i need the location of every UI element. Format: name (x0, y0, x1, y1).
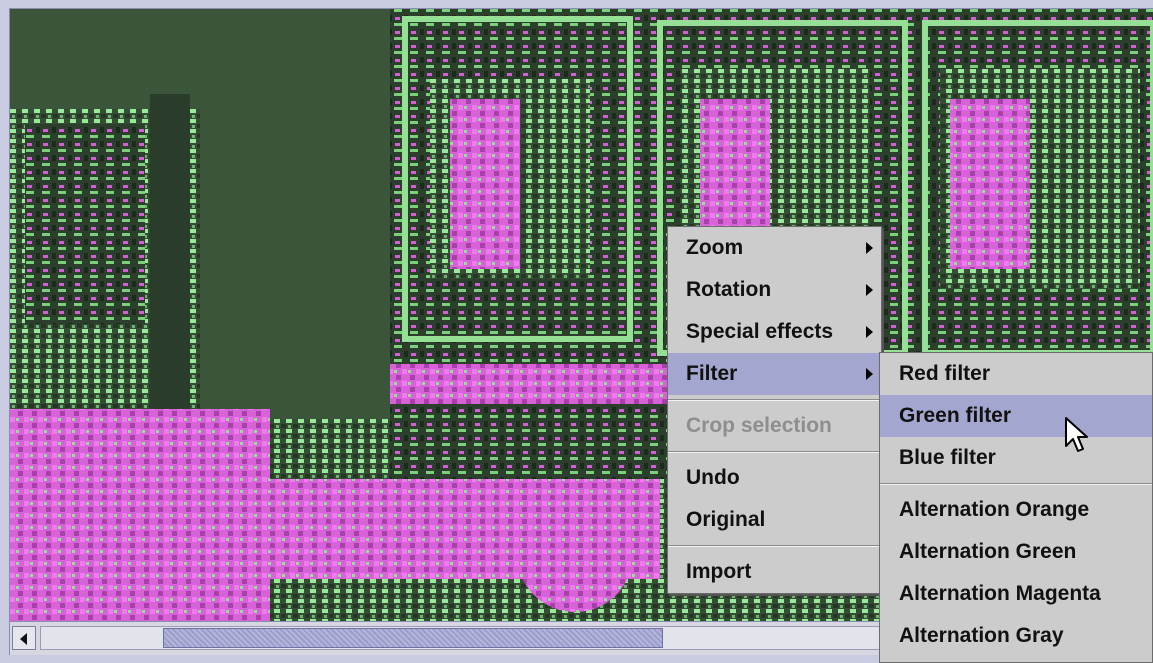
menu-item-label: Undo (686, 466, 740, 489)
menu-item-label: Alternation Green (899, 540, 1077, 563)
chevron-right-icon (866, 242, 873, 254)
menu-item-label: Green filter (899, 404, 1012, 427)
menu-item-label: Red filter (899, 362, 991, 385)
scroll-thumb[interactable] (163, 628, 663, 648)
chevron-right-icon (866, 326, 873, 338)
submenu-item-blue-filter[interactable]: Blue filter (880, 437, 1152, 479)
scroll-left-button[interactable] (12, 626, 36, 650)
menu-separator (668, 451, 881, 453)
menu-separator (668, 545, 881, 547)
menu-item-undo[interactable]: Undo (668, 457, 881, 499)
menu-item-zoom[interactable]: Zoom (668, 227, 881, 269)
menu-item-label: Blue filter (899, 446, 996, 469)
arrow-left-icon (20, 633, 27, 645)
menu-item-original[interactable]: Original (668, 499, 881, 541)
window-top-border (0, 0, 1153, 9)
menu-item-label: Zoom (686, 236, 744, 259)
menu-item-label: Import (686, 560, 752, 583)
menu-item-filter[interactable]: Filter (668, 353, 881, 395)
filter-submenu: Red filter Green filter Blue filter Alterna… (879, 352, 1153, 663)
menu-item-rotation[interactable]: Rotation (668, 269, 881, 311)
submenu-item-green-filter[interactable]: Green filter (880, 395, 1152, 437)
submenu-item-alternation-gray[interactable]: Alternation Gray (880, 615, 1152, 657)
menu-item-import[interactable]: Import (668, 551, 881, 593)
submenu-item-alternation-green[interactable]: Alternation Green (880, 531, 1152, 573)
chevron-right-icon (866, 284, 873, 296)
chevron-right-icon (866, 368, 873, 380)
submenu-item-alternation-orange[interactable]: Alternation Orange (880, 489, 1152, 531)
submenu-item-red-filter[interactable]: Red filter (880, 353, 1152, 395)
context-menu: Zoom Rotation Special effects Filter Crop se… (667, 226, 882, 594)
menu-item-label: Alternation Orange (899, 498, 1090, 521)
menu-separator (668, 399, 881, 401)
menu-item-crop-selection: Crop selection (668, 405, 881, 447)
menu-item-label: Original (686, 508, 766, 531)
menu-separator (880, 483, 1152, 485)
menu-item-label: Filter (686, 362, 738, 385)
menu-item-label: Crop selection (686, 414, 832, 437)
menu-item-special-effects[interactable]: Special effects (668, 311, 881, 353)
menu-item-label: Alternation Gray (899, 624, 1064, 647)
menu-item-label: Special effects (686, 320, 834, 343)
mouse-pointer-icon (1065, 417, 1088, 452)
submenu-item-alternation-magenta[interactable]: Alternation Magenta (880, 573, 1152, 615)
window-left-border (0, 8, 10, 663)
menu-item-label: Rotation (686, 278, 772, 301)
menu-item-label: Alternation Magenta (899, 582, 1101, 605)
